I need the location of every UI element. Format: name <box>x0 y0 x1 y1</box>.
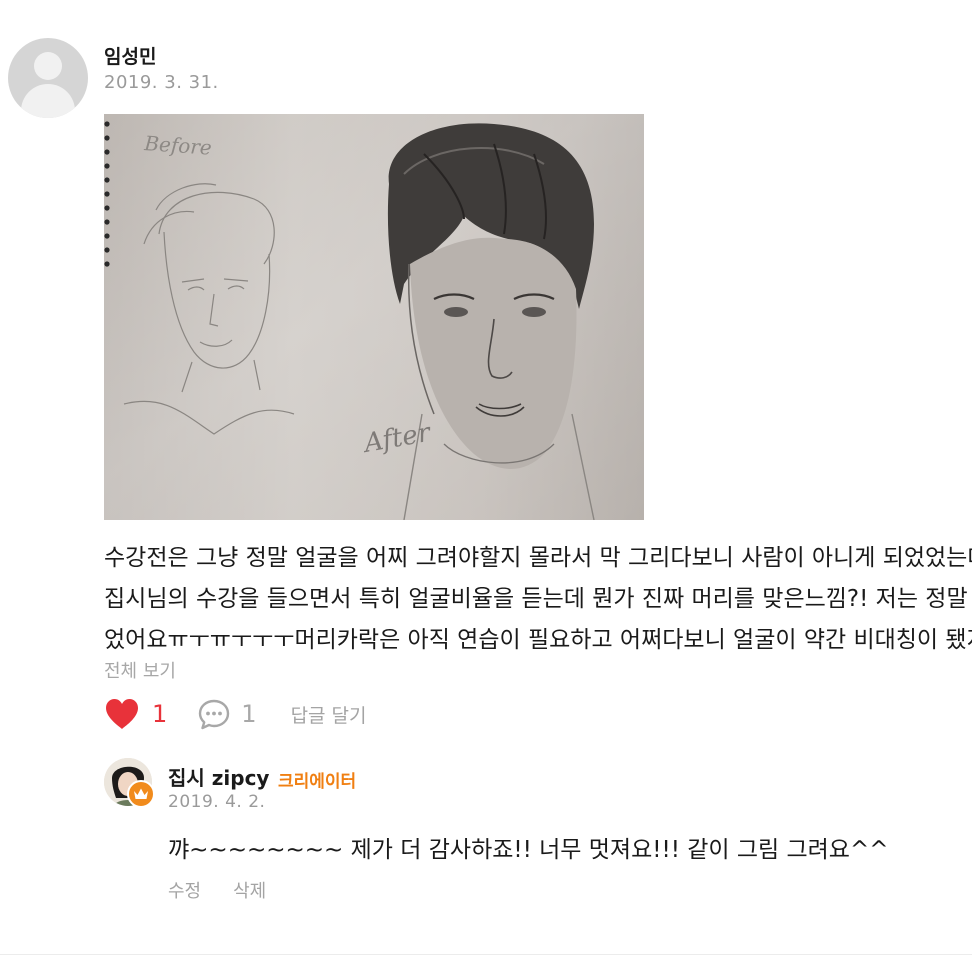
creator-label: 크리에이터 <box>278 772 357 792</box>
like-count: 1 <box>152 700 168 728</box>
reply-actions: 수정 삭제 <box>168 877 266 903</box>
review-body: 수강전은 그냥 정말 얼굴을 어찌 그려야할지 몰라서 막 그리다보니 사람이 … <box>104 538 972 661</box>
reply-button[interactable]: 답글 달기 <box>291 701 367 728</box>
delete-button[interactable]: 삭제 <box>233 877 266 903</box>
divider <box>0 954 972 955</box>
author-avatar[interactable] <box>8 38 88 118</box>
review-line: 집시님의 수강을 들으면서 특히 얼굴비율을 듣는데 뭔가 진짜 머리를 맞은느… <box>104 586 968 612</box>
avatar-body-shape <box>21 84 75 118</box>
like-button[interactable]: 1 <box>104 698 167 730</box>
reply-text: 꺄~~~~~~~~ 제가 더 감사하죠!! 너무 멋져요!!! 같이 그림 그려… <box>168 837 889 863</box>
post-actions: 1 1 답글 달기 <box>104 696 367 732</box>
crown-icon <box>134 788 148 799</box>
avatar-head-shape <box>34 52 62 80</box>
comment-count: 1 <box>241 700 257 728</box>
reply-author-name[interactable]: 집시 zipcy <box>168 762 269 791</box>
author-name[interactable]: 임성민 <box>104 42 156 69</box>
review-line: 수강전은 그냥 정말 얼굴을 어찌 그려야할지 몰라서 막 그리다보니 사람이 … <box>104 545 972 571</box>
reply-date: 2019. 4. 2. <box>168 792 266 812</box>
comment-button[interactable]: 1 <box>197 698 257 730</box>
creator-crown-badge <box>127 780 155 808</box>
post-date: 2019. 3. 31. <box>104 72 219 93</box>
review-line: 었어요ㅠㅜㅠㅜㅜㅜ머리카락은 아직 연습이 필요하고 어쩌다보니 얼굴이 약간 … <box>104 627 972 653</box>
heart-icon <box>106 699 138 729</box>
review-photo[interactable]: Before After <box>104 114 644 520</box>
edit-button[interactable]: 수정 <box>168 877 201 903</box>
see-all-link[interactable]: 전체 보기 <box>104 657 176 683</box>
speech-bubble-icon <box>199 699 230 730</box>
sketch-image: Before After <box>104 114 644 520</box>
before-label: Before <box>143 131 213 160</box>
